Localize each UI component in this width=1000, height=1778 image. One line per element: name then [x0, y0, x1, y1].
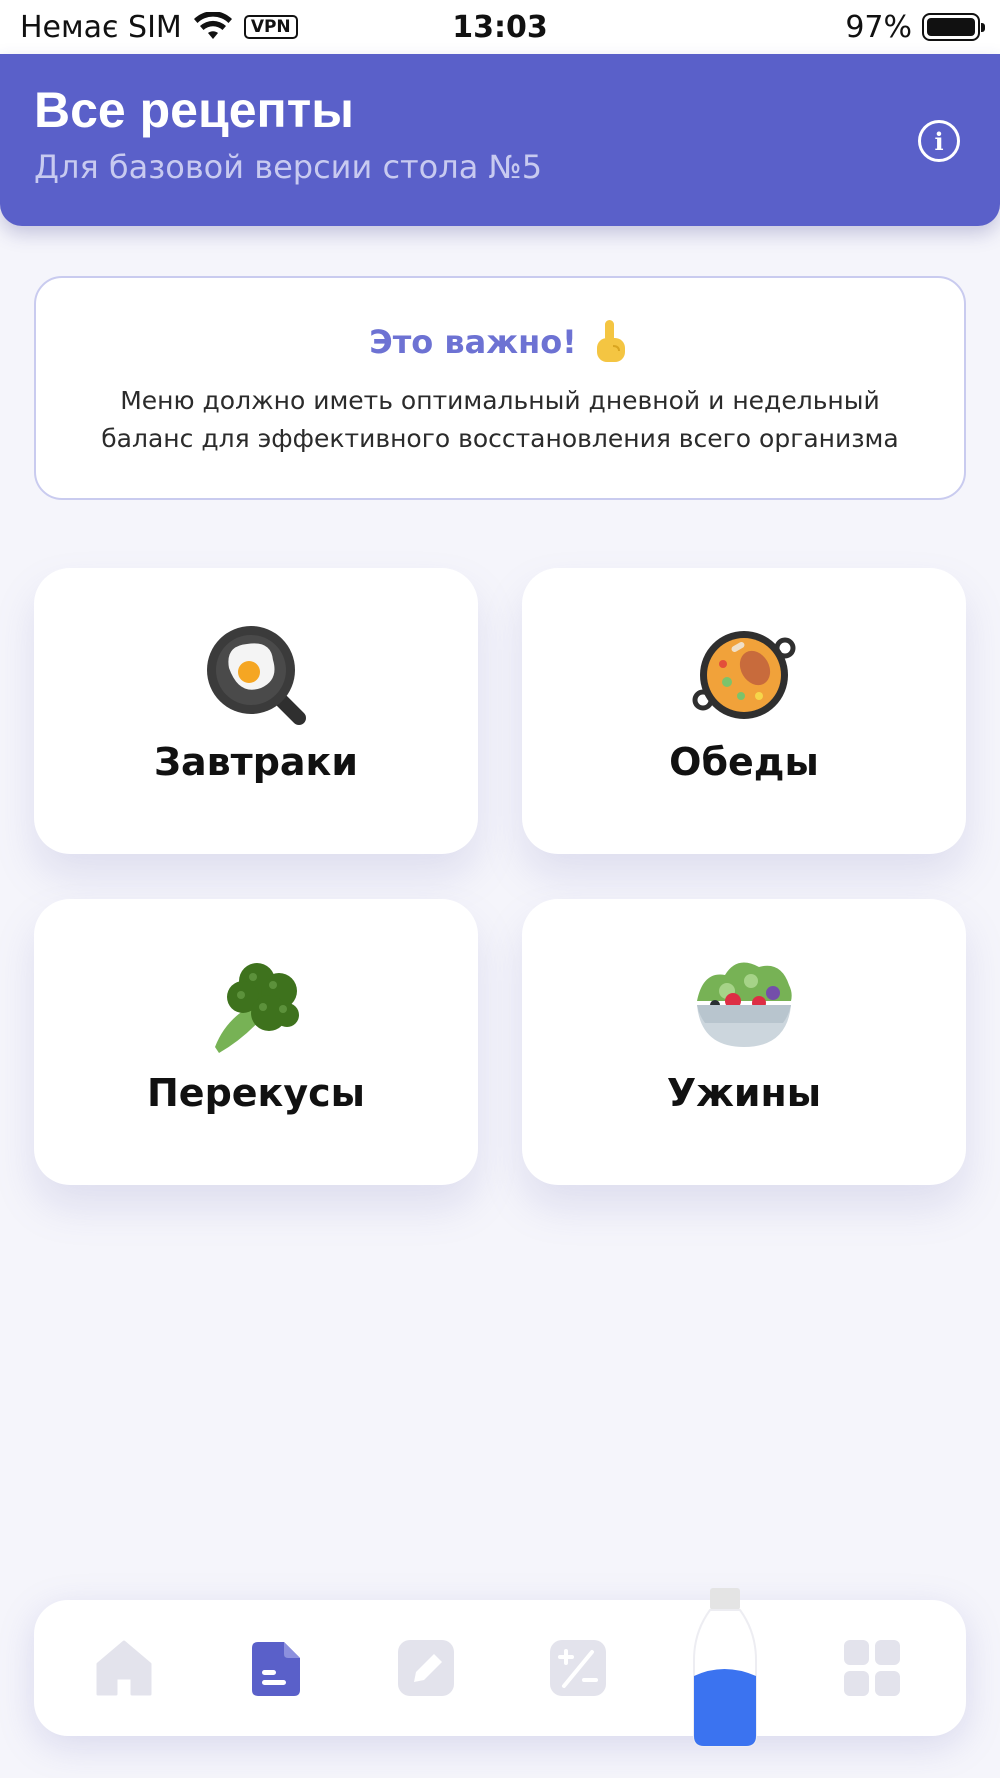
category-label: Завтраки — [154, 740, 358, 784]
water-bottle-icon[interactable] — [690, 1588, 760, 1748]
plus-minus-icon[interactable] — [548, 1638, 608, 1698]
grid-icon[interactable] — [842, 1638, 902, 1698]
notice-title-row: Это важно! — [36, 318, 964, 366]
frying-pan-egg-icon — [207, 626, 306, 725]
info-icon[interactable]: i — [918, 120, 960, 162]
salad-icon — [697, 962, 792, 1047]
status-bar: Немає SIM VPN 13:03 97% — [0, 0, 1000, 54]
carrier-label: Немає SIM — [20, 9, 182, 45]
header: Все рецепты Для базовой версии стола №5 … — [0, 54, 1000, 226]
category-card-dinners[interactable]: Ужины — [522, 899, 966, 1185]
document-icon[interactable] — [246, 1638, 306, 1698]
category-label: Перекусы — [147, 1071, 365, 1115]
category-card-breakfasts[interactable]: Завтраки — [34, 568, 478, 854]
category-label: Обеды — [669, 740, 819, 784]
bottom-nav — [34, 1600, 966, 1736]
battery-percent: 97% — [845, 9, 912, 45]
pointing-finger-icon — [596, 320, 625, 362]
notice-text: Меню должно иметь оптимальный дневной и … — [101, 386, 899, 453]
pencil-icon[interactable] — [396, 1638, 456, 1698]
page-subtitle: Для базовой версии стола №5 — [34, 148, 543, 186]
battery-icon — [922, 13, 985, 41]
paella-icon — [692, 631, 796, 719]
wifi-icon — [193, 12, 232, 39]
notice-title: Это важно! — [369, 323, 577, 361]
category-card-lunches[interactable]: Обеды — [522, 568, 966, 854]
vpn-badge: VPN — [243, 15, 298, 39]
important-notice: Это важно! Меню должно иметь оптимальный… — [34, 276, 966, 500]
status-left: Немає SIM VPN — [20, 10, 298, 45]
category-card-snacks[interactable]: Перекусы — [34, 899, 478, 1185]
broccoli-icon — [215, 963, 299, 1053]
home-icon[interactable] — [94, 1638, 154, 1698]
category-label: Ужины — [666, 1071, 822, 1115]
status-right: 97% — [845, 9, 985, 45]
page-title: Все рецепты — [34, 82, 354, 138]
